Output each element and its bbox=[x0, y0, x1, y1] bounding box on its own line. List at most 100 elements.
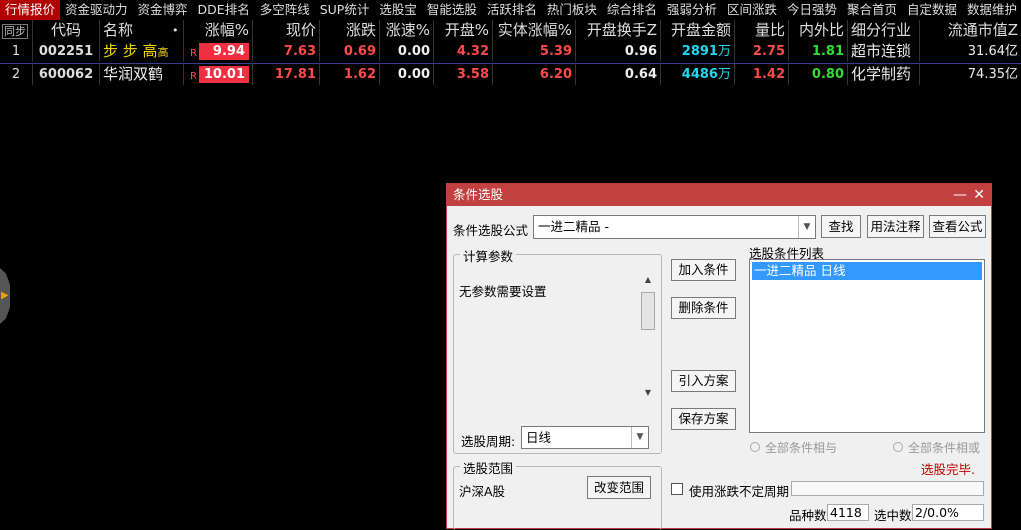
menu-today-strong[interactable]: 今日强势 bbox=[782, 0, 842, 20]
change-value: 1.62 bbox=[320, 64, 380, 85]
sync-label[interactable]: 同步 bbox=[2, 24, 28, 39]
stock-name-suffix: 高 bbox=[157, 46, 169, 59]
price-value: 7.63 bbox=[253, 41, 320, 62]
side-panel-toggle[interactable]: ▶ bbox=[0, 268, 10, 324]
open-turnover-value: 0.96 bbox=[576, 41, 661, 62]
col-change[interactable]: 涨跌 bbox=[320, 20, 380, 41]
speed-value: 0.00 bbox=[380, 64, 434, 85]
menu-active-rank[interactable]: 活跃排名 bbox=[482, 0, 542, 20]
period-select-value: 日线 bbox=[526, 430, 552, 445]
radio-and[interactable] bbox=[750, 442, 760, 452]
period-select[interactable]: 日线 ▼ bbox=[521, 426, 649, 449]
col-mktcap[interactable]: 流通市值Z bbox=[920, 20, 1021, 41]
body-pct-value: 5.39 bbox=[493, 41, 576, 62]
table-header: 同步 代码 名称 • 涨幅% 现价 涨跌 涨速% 开盘% 实体涨幅% 开盘换手Z… bbox=[0, 20, 1021, 43]
menu-dde-rank[interactable]: DDE排名 bbox=[193, 0, 255, 20]
condition-list[interactable]: 一进二精品 日线 bbox=[749, 259, 985, 433]
open-amount-value: 2891万 bbox=[661, 41, 735, 62]
col-price[interactable]: 现价 bbox=[253, 20, 320, 41]
menu-strength[interactable]: 强弱分析 bbox=[662, 0, 722, 20]
menu-data-maint[interactable]: 数据维护 bbox=[962, 0, 1021, 20]
count-value: 4118 bbox=[827, 504, 869, 521]
variable-period-checkbox[interactable] bbox=[671, 483, 683, 495]
change-value: 0.69 bbox=[320, 41, 380, 62]
change-pct-cell: R 10.01 bbox=[184, 64, 253, 85]
menu-hot-sectors[interactable]: 热门板块 bbox=[542, 0, 602, 20]
find-button[interactable]: 查找 bbox=[821, 215, 861, 238]
stock-name-text: 步 步 高 bbox=[103, 42, 158, 60]
chevron-right-icon: ▶ bbox=[1, 290, 9, 301]
menu-long-short[interactable]: 多空阵线 bbox=[255, 0, 315, 20]
col-vol-ratio[interactable]: 量比 bbox=[735, 20, 789, 41]
params-group: 计算参数 无参数需要设置 ▲ ▼ 选股周期: 日线 ▼ bbox=[453, 246, 662, 454]
open-amount-value: 4486万 bbox=[661, 64, 735, 85]
menu-capital-drive[interactable]: 资金驱动力 bbox=[60, 0, 133, 20]
col-body-pct[interactable]: 实体涨幅% bbox=[493, 20, 576, 41]
stock-code: 002251 bbox=[33, 41, 100, 62]
menu-custom-data[interactable]: 自定数据 bbox=[902, 0, 962, 20]
variable-period-label[interactable]: 使用涨跌不定周期 bbox=[689, 481, 789, 500]
chevron-down-icon[interactable]: ▼ bbox=[631, 427, 648, 448]
open-amount-unit: 万 bbox=[717, 67, 731, 82]
col-code[interactable]: 代码 bbox=[33, 20, 100, 41]
change-scope-button[interactable]: 改变范围 bbox=[587, 476, 651, 499]
menu-range-change[interactable]: 区间涨跌 bbox=[722, 0, 782, 20]
col-name[interactable]: 名称 bbox=[100, 20, 175, 41]
open-amount-number: 2891 bbox=[681, 44, 718, 59]
menu-overall-rank[interactable]: 综合排名 bbox=[602, 0, 662, 20]
sync-button[interactable]: 同步 bbox=[0, 20, 33, 41]
menu-home[interactable]: 聚合首页 bbox=[842, 0, 902, 20]
open-turnover-value: 0.64 bbox=[576, 64, 661, 85]
col-dot: • bbox=[172, 20, 184, 41]
industry-value: 超市连锁 bbox=[848, 41, 920, 62]
speed-value: 0.00 bbox=[380, 41, 434, 62]
table-row[interactable]: 1 002251 步 步 高高 R 9.94 7.63 0.69 0.00 4.… bbox=[0, 41, 1021, 63]
radio-or[interactable] bbox=[893, 442, 903, 452]
close-icon[interactable]: ✕ bbox=[973, 184, 985, 206]
stock-name: 华润双鹤 bbox=[100, 64, 184, 85]
selected-label: 选中数 bbox=[874, 508, 912, 523]
formula-select-value: 一进二精品 - bbox=[538, 219, 609, 234]
change-pct-value: 9.94 bbox=[199, 43, 249, 60]
col-open-amount[interactable]: 开盘金额 bbox=[661, 20, 735, 41]
radio-or-label[interactable]: 全部条件相或 bbox=[908, 439, 980, 456]
save-plan-button[interactable]: 保存方案 bbox=[671, 408, 736, 430]
list-item[interactable]: 一进二精品 日线 bbox=[752, 262, 982, 280]
stock-name: 步 步 高高 bbox=[100, 41, 184, 62]
condition-select-dialog: 条件选股 — ✕ 条件选股公式 一进二精品 - ▼ 查找 用法注释 查看公式 计… bbox=[446, 183, 992, 530]
menu-sup-stats[interactable]: SUP统计 bbox=[315, 0, 375, 20]
usage-notes-button[interactable]: 用法注释 bbox=[867, 215, 924, 238]
delete-condition-button[interactable]: 删除条件 bbox=[671, 297, 736, 319]
stock-code: 600062 bbox=[33, 64, 100, 85]
mktcap-value: 31.64亿 bbox=[967, 44, 1018, 59]
col-industry[interactable]: 细分行业 bbox=[848, 20, 920, 41]
scope-value: 沪深A股 bbox=[459, 484, 506, 499]
radio-and-label[interactable]: 全部条件相与 bbox=[765, 439, 837, 456]
minimize-icon[interactable]: — bbox=[953, 184, 967, 206]
scroll-up-icon[interactable]: ▲ bbox=[640, 275, 656, 284]
chevron-down-icon[interactable]: ▼ bbox=[798, 216, 815, 238]
menu-smart-select[interactable]: 智能选股 bbox=[422, 0, 482, 20]
dialog-title: 条件选股 bbox=[453, 187, 504, 202]
col-open-turnover[interactable]: 开盘换手Z bbox=[576, 20, 661, 41]
progress-bar bbox=[791, 481, 984, 496]
add-condition-button[interactable]: 加入条件 bbox=[671, 259, 736, 281]
col-io-ratio[interactable]: 内外比 bbox=[789, 20, 848, 41]
formula-label: 条件选股公式 bbox=[453, 223, 529, 238]
menu-capital-game[interactable]: 资金博弈 bbox=[133, 0, 193, 20]
col-open-pct[interactable]: 开盘% bbox=[434, 20, 493, 41]
params-scrollbar[interactable]: ▲ ▼ bbox=[640, 275, 656, 397]
menu-quotes[interactable]: 行情报价 bbox=[0, 0, 61, 20]
dialog-titlebar[interactable]: 条件选股 — ✕ bbox=[447, 184, 991, 206]
scroll-thumb[interactable] bbox=[641, 292, 655, 330]
formula-select[interactable]: 一进二精品 - ▼ bbox=[533, 215, 816, 239]
col-speed[interactable]: 涨速% bbox=[380, 20, 434, 41]
scroll-down-icon[interactable]: ▼ bbox=[640, 388, 656, 397]
change-pct-value: 10.01 bbox=[199, 66, 249, 83]
view-formula-button[interactable]: 查看公式 bbox=[929, 215, 986, 238]
menu-stock-picker[interactable]: 选股宝 bbox=[374, 0, 422, 20]
import-plan-button[interactable]: 引入方案 bbox=[671, 370, 736, 392]
col-change-pct[interactable]: 涨幅% bbox=[184, 20, 253, 41]
table-row[interactable]: 2 600062 华润双鹤 R 10.01 17.81 1.62 0.00 3.… bbox=[0, 63, 1021, 86]
selected-value: 2/0.0% bbox=[912, 504, 984, 521]
